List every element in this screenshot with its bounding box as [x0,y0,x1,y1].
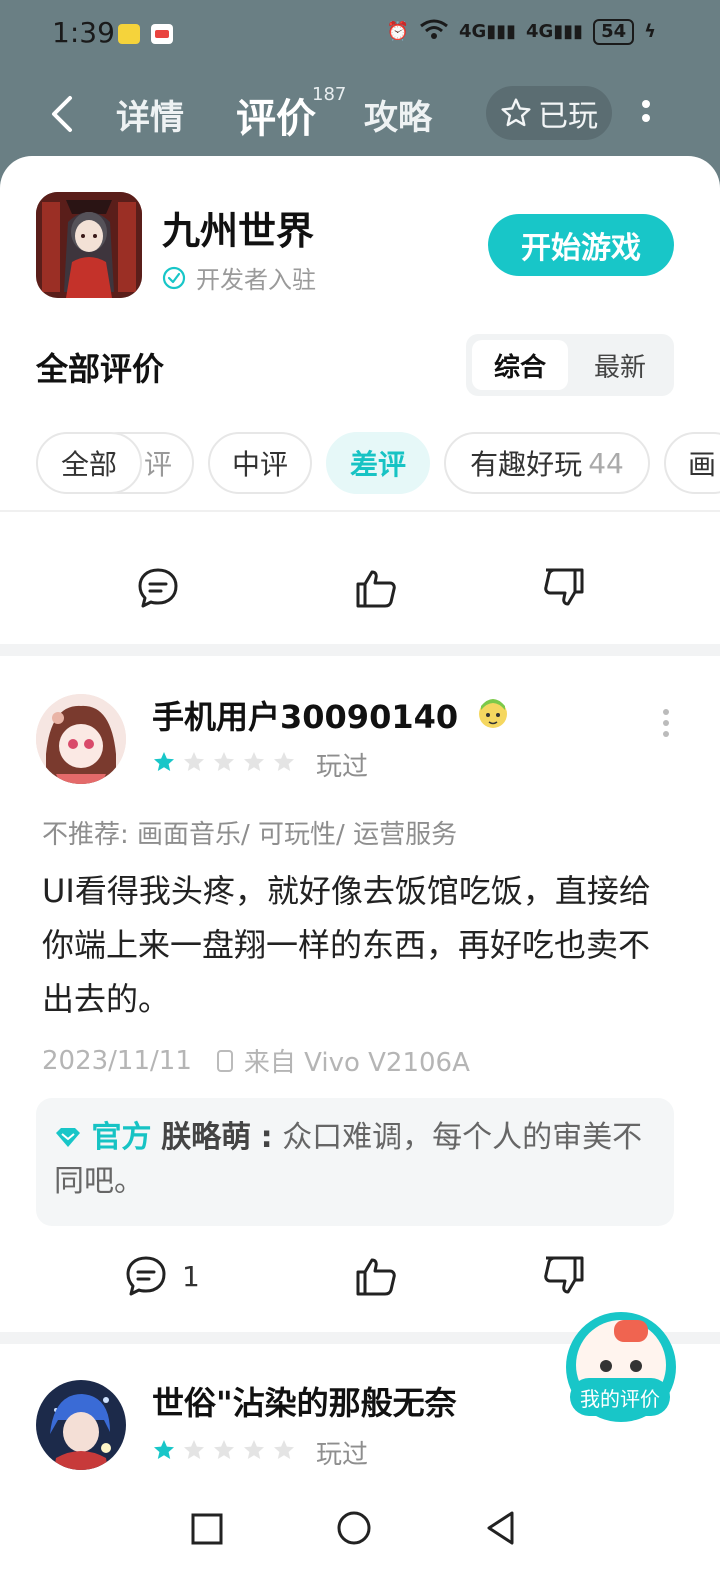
star-empty-icon [214,752,234,771]
comment-button[interactable] [136,566,180,610]
star-empty-icon [274,752,294,771]
filter-chip-fun[interactable]: 有趣好玩 44 [444,432,650,494]
start-game-button[interactable]: 开始游戏 [488,214,674,276]
like-button[interactable] [354,566,398,610]
like-button[interactable] [354,1254,398,1298]
review-more-icon[interactable] [662,708,670,738]
rating-stars [152,750,296,774]
play-status: 玩过 [316,752,369,782]
comment-button[interactable]: 1 [124,1254,200,1298]
back-icon[interactable] [484,1510,518,1546]
signal-icon-1: 4G▮▮▮ [459,21,517,42]
chips-divider [0,510,720,512]
heart-diamond-icon [56,1128,80,1147]
thumbs-up-icon [356,570,396,608]
recent-apps-icon[interactable] [190,1512,224,1546]
filter-chip-all[interactable]: 全部 [36,432,142,494]
reviews-title: 全部评价 [36,350,165,388]
sort-toggle: 综合 最新 [466,334,674,396]
avatar[interactable] [36,694,126,784]
tab-details[interactable]: 详情 [116,90,184,139]
review-username[interactable]: 手机用户30090140 [152,692,511,738]
star-empty-icon [214,1440,234,1459]
game-title: 九州世界 [162,209,315,253]
review-meta: 2023/11/11 来自 Vivo V2106A [42,1042,470,1079]
thumbs-down-icon [544,1256,584,1294]
tab-guides[interactable]: 攻略 [364,90,432,139]
thumbs-up-icon [356,1258,396,1296]
review-username[interactable]: 世俗"沾染的那般无奈 [152,1378,457,1424]
filter-chip-graphics[interactable]: 画 [664,432,720,494]
dislike-button[interactable] [542,566,586,610]
top-nav: 详情 评价 187 攻略 已玩 [0,72,720,158]
filter-chip-negative[interactable]: 差评 [326,432,430,494]
review-device: 来自 Vivo V2106A [243,1048,470,1078]
system-nav-bar [0,1486,720,1593]
star-filled-icon [154,752,174,771]
review-text[interactable]: UI看得我头疼，就好像去饭馆吃饭，直接给你端上来一盘翔一样的东西，再好吃也卖不出… [42,864,662,1026]
review-actions: 1 [0,1242,720,1322]
card-separator [0,644,720,656]
filter-chips: 评 全部 中评 差评 有趣好玩 44 画 [0,432,720,494]
charging-icon: ϟ [644,21,656,42]
status-time: 1:39 [52,16,115,49]
user-badge-icon [475,696,511,732]
official-reply[interactable]: 官方 朕略萌 : 众口难调，每个人的审美不同吧。 [36,1098,674,1226]
comment-count: 1 [182,1259,200,1293]
back-arrow-icon[interactable] [44,92,84,136]
star-empty-icon [184,1440,204,1459]
rating-stars [152,1438,296,1462]
star-empty-icon [244,1440,264,1459]
signal-icon-2: 4G▮▮▮ [526,21,584,42]
status-icons: ⏰ 4G▮▮▮ 4G▮▮▮ 54 ϟ [387,18,656,45]
sort-latest[interactable]: 最新 [572,340,668,390]
battery-icon: 54 [593,18,635,45]
played-label: 已玩 [538,99,598,134]
my-review-label[interactable]: 我的评价 [570,1378,670,1416]
more-vertical-icon[interactable] [640,98,652,138]
alarm-icon: ⏰ [386,21,409,42]
developer-label: 开发者入驻 [196,266,316,294]
developer-badge: 开发者入驻 [162,260,316,295]
game-icon [36,192,142,298]
star-outline-icon [501,98,531,127]
phone-icon [216,1049,233,1072]
tab-reviews[interactable]: 评价 [236,86,316,144]
thumbs-down-icon [544,568,584,606]
sort-comprehensive[interactable]: 综合 [472,340,568,390]
play-status: 玩过 [316,1440,369,1470]
star-empty-icon [244,752,264,771]
home-icon[interactable] [336,1510,372,1546]
comment-icon [138,568,178,608]
calendar-notification-icon [151,24,173,44]
not-recommend-tags: 不推荐: 画面音乐/ 可玩性/ 运营服务 [42,820,458,850]
comment-icon [126,1256,166,1296]
reply-author: 朕略萌 [161,1120,252,1155]
filter-chip-neutral[interactable]: 中评 [208,432,312,494]
star-empty-icon [184,752,204,771]
star-filled-icon [154,1440,174,1459]
status-bar: 1:39 ⏰ 4G▮▮▮ 4G▮▮▮ 54 ϟ [0,0,720,72]
review-date: 2023/11/11 [42,1045,192,1076]
played-button[interactable]: 已玩 [486,86,612,140]
review-count: 187 [312,84,347,105]
verified-check-icon [162,266,186,289]
avatar[interactable] [36,1380,126,1470]
wifi-icon [419,18,449,45]
content-sheet: 九州世界 开发者入驻 开始游戏 全部评价 综合 最新 评 全部 中评 差评 有趣… [0,156,720,1593]
notification-icon [118,24,140,44]
official-badge: 官方 [91,1120,152,1155]
prev-review-actions [0,554,720,634]
star-empty-icon [274,1440,294,1459]
dislike-button[interactable] [542,1254,586,1298]
